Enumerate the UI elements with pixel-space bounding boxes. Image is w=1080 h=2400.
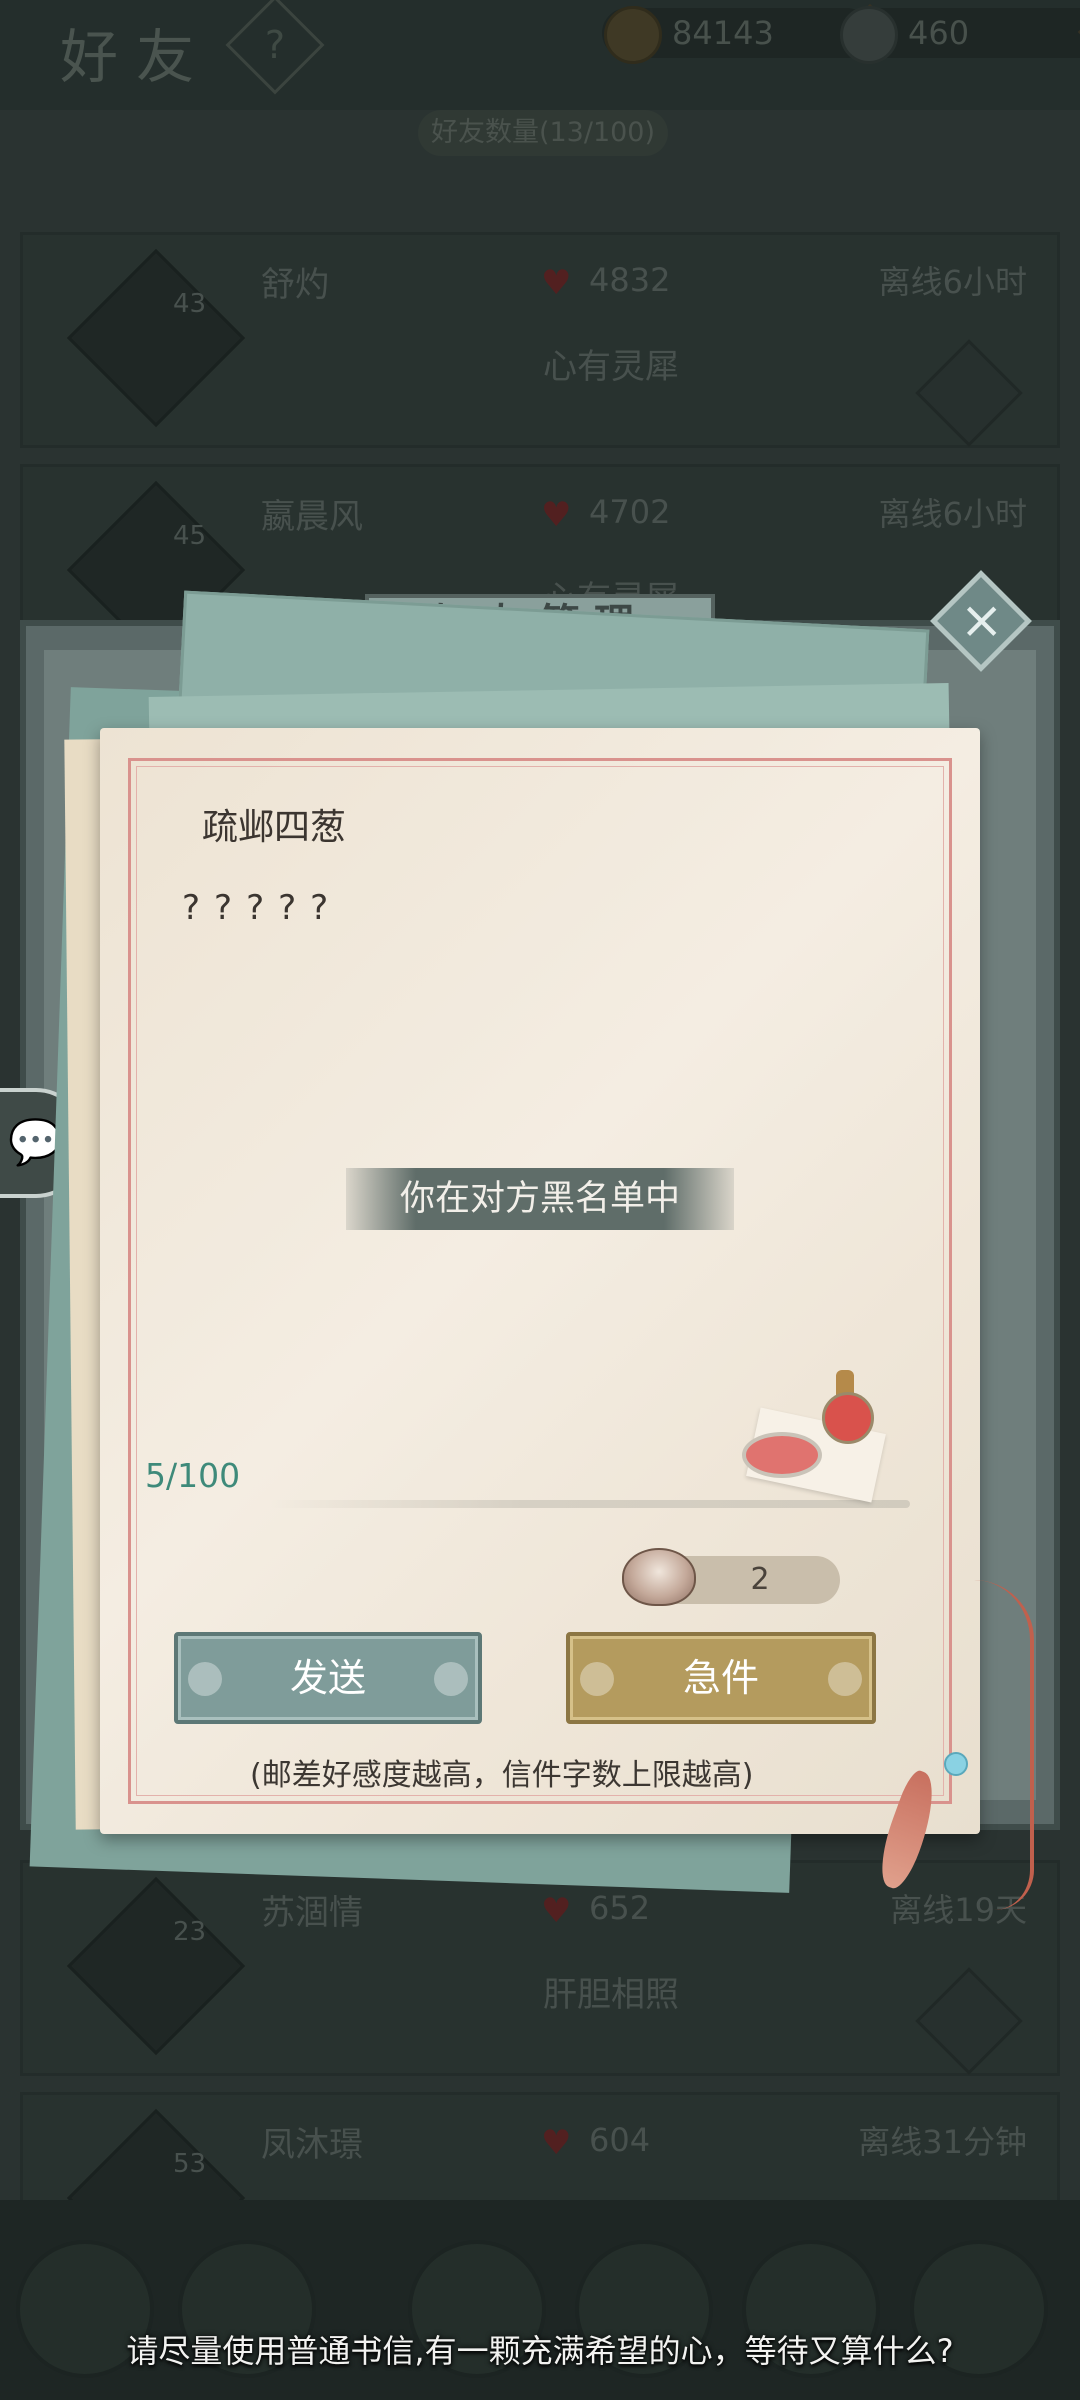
ornament-icon (188, 1662, 222, 1696)
shell-currency-icon (622, 1548, 696, 1606)
send-button-label: 发送 (289, 1656, 366, 1700)
letter-recipient: 疏邺四葱 (202, 807, 347, 848)
urgent-send-button[interactable]: 急件 (566, 1632, 876, 1724)
ornament-icon (434, 1662, 468, 1696)
ink-pad-icon (742, 1432, 822, 1478)
stamp-icon (822, 1392, 874, 1444)
send-button[interactable]: 发送 (174, 1632, 482, 1724)
urgent-button-label: 急件 (682, 1656, 759, 1700)
close-icon: × (959, 590, 1004, 651)
tip-subtitle: 请尽量使用普通书信,有一颗充满希望的心，等待又算什么? (126, 2332, 954, 2370)
tassel-bead (944, 1752, 968, 1776)
ink-divider (270, 1500, 910, 1508)
tassel-cord (970, 1580, 1034, 1910)
letter-hint: (邮差好感度越高，信件字数上限越高) (250, 1758, 754, 1793)
ornament-icon (828, 1662, 862, 1696)
blacklist-notice: 你在对方黑名单中 (346, 1168, 734, 1230)
letter-body-input[interactable]: ????? (182, 888, 342, 928)
character-count: 5/100 (145, 1456, 241, 1495)
ornament-icon (580, 1662, 614, 1696)
